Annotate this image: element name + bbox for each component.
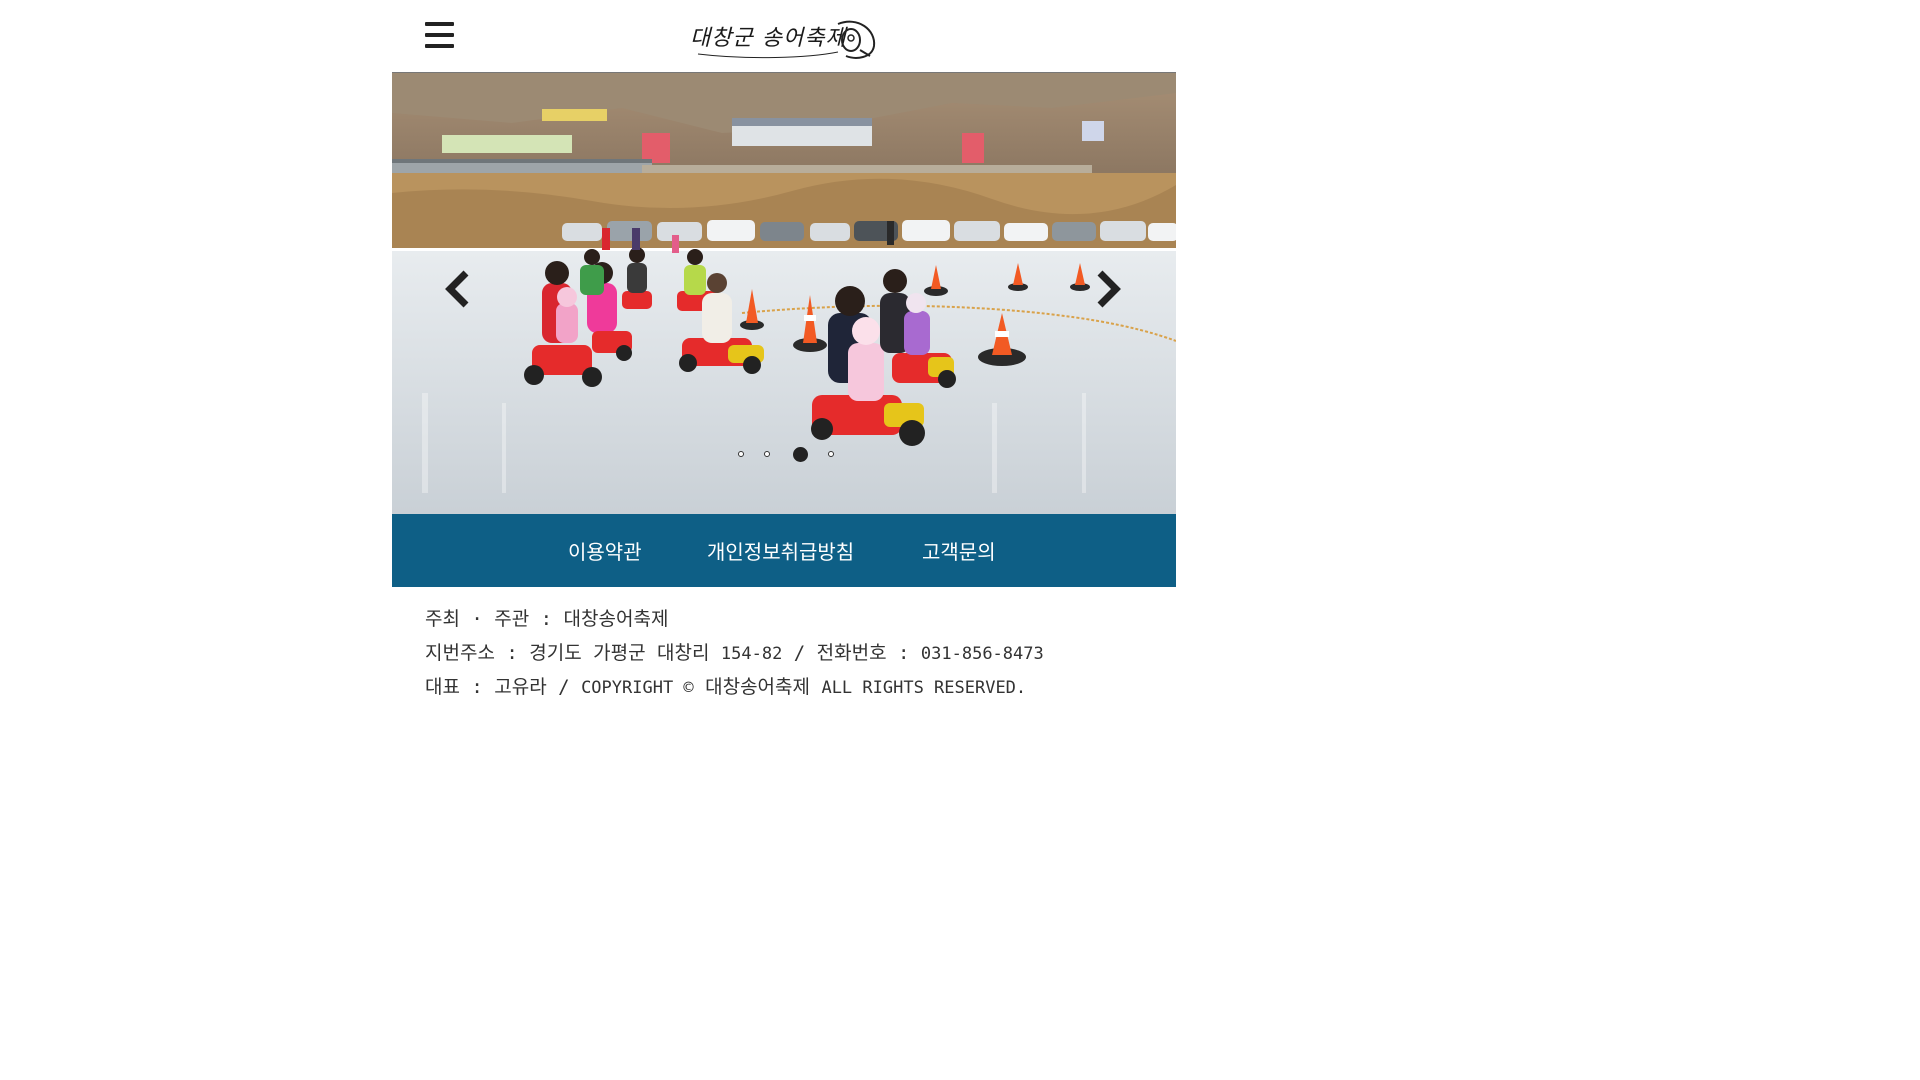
photo-slider[interactable] xyxy=(392,73,1176,514)
address-line: 지번주소 : 경기도 가평군 대창리 154-82 / 전화번호 : 031-8… xyxy=(425,641,1176,675)
phone-label: / 전화번호 : xyxy=(793,642,910,664)
chevron-right-icon[interactable] xyxy=(1088,269,1124,309)
page: 대창군 송어축제 이용약관 개인정보취급방침 고객문의 주최 · 주관: 대창… xyxy=(392,0,1176,882)
copyright-name: 대창송어축제 xyxy=(705,676,810,698)
rep-text: 대표 : 고유라 / xyxy=(425,676,570,698)
copyright-prefix: COPYRIGHT © xyxy=(581,678,694,698)
hamburger-menu-icon[interactable] xyxy=(422,22,456,52)
footer-nav: 이용약관 개인정보취급방침 고객문의 xyxy=(392,514,1176,587)
site-header: 대창군 송어축제 xyxy=(392,0,1176,73)
address-text: 지번주소 : 경기도 가평군 대창리 xyxy=(425,642,710,664)
contact-link[interactable]: 고객문의 xyxy=(922,536,996,565)
phone-number: 031-856-8473 xyxy=(920,644,1044,664)
privacy-policy-link[interactable]: 개인정보취급방침 xyxy=(707,536,854,565)
slider-dot-1[interactable] xyxy=(738,451,744,457)
slider-dot-2[interactable] xyxy=(764,451,770,457)
fish-logo-icon xyxy=(697,20,876,59)
host-text: 주최 · 주관 : 대창송어축제 xyxy=(425,608,669,630)
host-line: 주최 · 주관 : 대창송어축제 xyxy=(425,607,1176,641)
copyright-line: 대표 : 고유라 / COPYRIGHT © 대창송어축제 ALL RIGHTS… xyxy=(425,675,1176,709)
terms-link[interactable]: 이용약관 xyxy=(568,536,642,565)
copyright-suffix: ALL RIGHTS RESERVED. xyxy=(821,678,1027,698)
chevron-left-icon[interactable] xyxy=(442,269,478,309)
slider-dot-3-active[interactable] xyxy=(793,447,808,462)
address-number: 154-82 xyxy=(720,644,783,664)
company-info: 주최 · 주관 : 대창송어축제 지번주소 : 경기도 가평군 대창리 154-… xyxy=(392,587,1176,709)
site-logo[interactable]: 대창군 송어축제 xyxy=(688,10,880,64)
slider-dot-4[interactable] xyxy=(828,451,834,457)
slider-dots xyxy=(736,447,846,463)
